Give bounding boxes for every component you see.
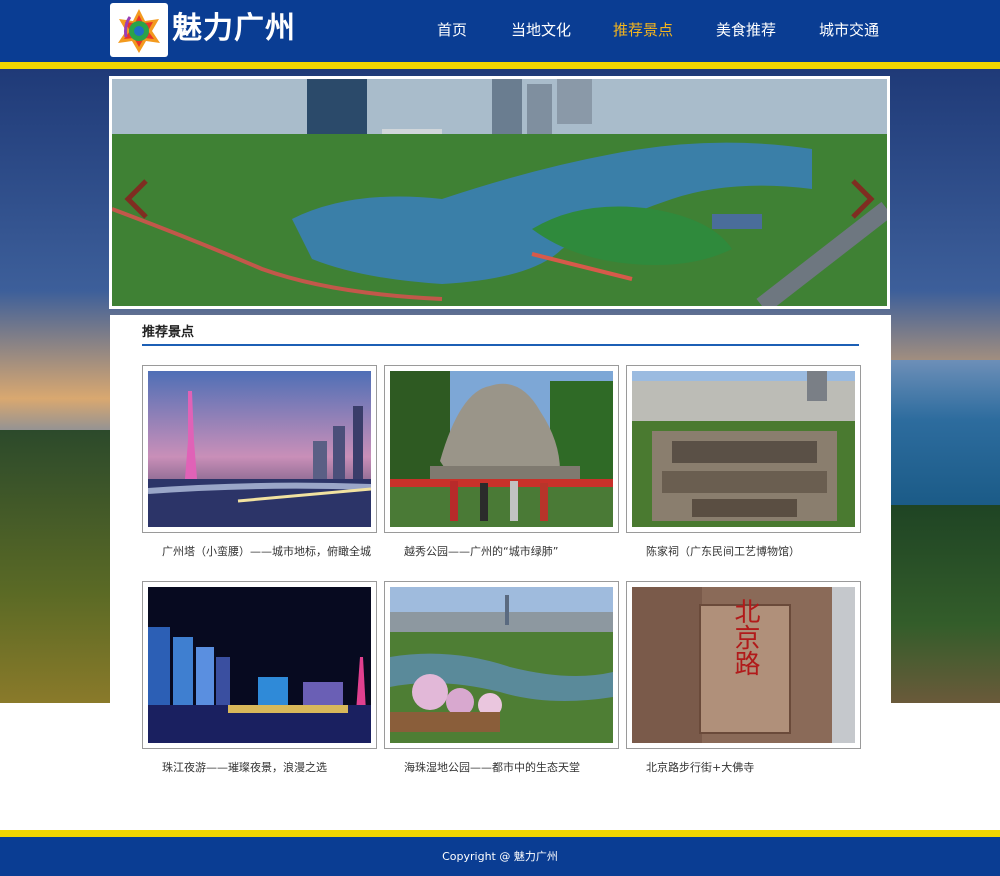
- attraction-caption-canton-tower[interactable]: 广州塔（小蛮腰）——城市地标，俯瞰全城: [162, 544, 371, 560]
- background-left-hill: [0, 430, 110, 703]
- chen-clan-temple-image: [632, 371, 855, 527]
- attractions-panel: 推荐景点 广州塔（小蛮腰）——城市地标，俯瞰全城 越秀公园——广州的“城市绿肺”…: [110, 315, 891, 830]
- footer-stripe: [0, 830, 1000, 837]
- attraction-caption-yuexiu-park[interactable]: 越秀公园——广州的“城市绿肺”: [404, 544, 558, 560]
- attraction-card-haizhu-wetland[interactable]: [384, 581, 619, 749]
- nav-item-attractions[interactable]: 推荐景点: [613, 0, 673, 62]
- pearl-river-night-image: [148, 587, 371, 743]
- background-right-hill: [890, 505, 1000, 703]
- attraction-card-chen-clan-temple[interactable]: [626, 365, 861, 533]
- site-title: 魅力广州: [172, 11, 296, 46]
- nav-item-transport[interactable]: 城市交通: [819, 0, 879, 62]
- haizhu-wetland-image: [390, 587, 613, 743]
- beijing-road-sign-text: 北京路: [730, 598, 760, 676]
- attraction-card-beijing-road[interactable]: 北京路: [626, 581, 861, 749]
- yuexiu-park-image: [390, 371, 613, 527]
- section-title: 推荐景点: [142, 325, 195, 340]
- header-stripe: [0, 62, 1000, 69]
- beijing-road-image: 北京路: [632, 587, 855, 743]
- attraction-caption-beijing-road[interactable]: 北京路步行街+大佛寺: [646, 760, 754, 776]
- section-divider: [142, 344, 859, 346]
- nav-item-local-culture[interactable]: 当地文化: [511, 0, 571, 62]
- guangzhou-logo-icon[interactable]: [110, 3, 168, 57]
- chevron-left-icon[interactable]: [122, 179, 152, 219]
- attraction-caption-chen-clan-temple[interactable]: 陈家祠（广东民间工艺博物馆）: [646, 544, 800, 560]
- chevron-right-icon[interactable]: [847, 179, 877, 219]
- site-footer: Copyright @ 魅力广州: [0, 837, 1000, 876]
- copyright-text: Copyright @ 魅力广州: [442, 850, 558, 863]
- attraction-caption-haizhu-wetland[interactable]: 海珠湿地公园——都市中的生态天堂: [404, 760, 580, 776]
- attraction-caption-pearl-river-cruise[interactable]: 珠江夜游——璀璨夜景，浪漫之选: [162, 760, 327, 776]
- site-header: 魅力广州 首页 当地文化 推荐景点 美食推荐 城市交通: [0, 0, 1000, 62]
- background-right-sea: [890, 360, 1000, 510]
- banner-image: [112, 79, 887, 306]
- attraction-card-canton-tower[interactable]: [142, 365, 377, 533]
- attraction-card-yuexiu-park[interactable]: [384, 365, 619, 533]
- nav-item-food[interactable]: 美食推荐: [716, 0, 776, 62]
- banner-carousel[interactable]: [109, 76, 890, 309]
- attraction-card-pearl-river-cruise[interactable]: [142, 581, 377, 749]
- nav-item-home[interactable]: 首页: [437, 0, 467, 62]
- canton-tower-image: [148, 371, 371, 527]
